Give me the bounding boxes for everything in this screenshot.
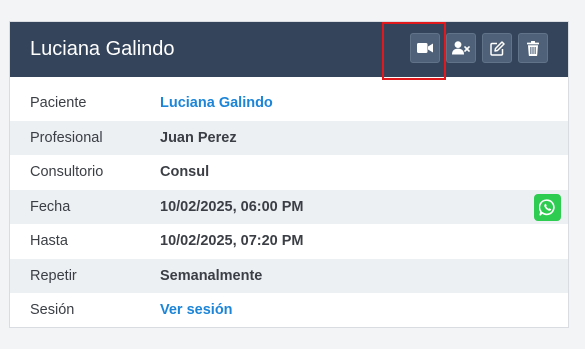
detail-row-repetir: Repetir Semanalmente xyxy=(10,258,568,293)
detail-row-consultorio: Consultorio Consul xyxy=(10,155,568,190)
detail-value: Juan Perez xyxy=(160,129,237,146)
user-x-icon xyxy=(452,41,470,55)
patient-link[interactable]: Luciana Galindo xyxy=(160,95,273,111)
remove-patient-button[interactable] xyxy=(446,33,476,63)
delete-button[interactable] xyxy=(518,33,548,63)
detail-row-hasta: Hasta 10/02/2025, 07:20 PM xyxy=(10,224,568,259)
detail-label: Consultorio xyxy=(30,164,104,181)
detail-label: Repetir xyxy=(30,267,77,284)
appointment-card: Luciana Galindo Paciente Luciana Galindo… xyxy=(9,21,569,328)
detail-row-sesion: Sesión Ver sesión xyxy=(10,293,568,328)
video-camera-icon xyxy=(417,43,433,53)
whatsapp-icon xyxy=(539,198,555,216)
video-call-button[interactable] xyxy=(410,33,440,63)
detail-label: Fecha xyxy=(30,198,71,215)
detail-row-profesional: Profesional Juan Perez xyxy=(10,120,568,155)
detail-row-fecha: Fecha 10/02/2025, 06:00 PM xyxy=(10,189,568,224)
header-actions xyxy=(410,33,548,63)
detail-value: 10/02/2025, 06:00 PM xyxy=(160,198,304,215)
detail-label: Profesional xyxy=(30,129,103,146)
trash-icon xyxy=(527,40,539,56)
detail-label: Hasta xyxy=(30,233,68,250)
edit-button[interactable] xyxy=(482,33,512,63)
detail-label: Sesión xyxy=(30,302,75,319)
detail-value: Consul xyxy=(160,164,210,181)
detail-value: Semanalmente xyxy=(160,267,263,284)
view-session-link[interactable]: Ver sesión xyxy=(160,302,233,318)
appointment-details: Paciente Luciana Galindo Profesional Jua… xyxy=(10,86,568,328)
detail-label: Paciente xyxy=(30,95,87,112)
whatsapp-button[interactable] xyxy=(534,193,561,221)
detail-row-paciente: Paciente Luciana Galindo xyxy=(10,86,568,121)
card-title: Luciana Galindo xyxy=(30,38,175,60)
detail-value: 10/02/2025, 07:20 PM xyxy=(160,233,304,250)
card-header: Luciana Galindo xyxy=(10,22,568,80)
edit-icon xyxy=(489,40,505,56)
